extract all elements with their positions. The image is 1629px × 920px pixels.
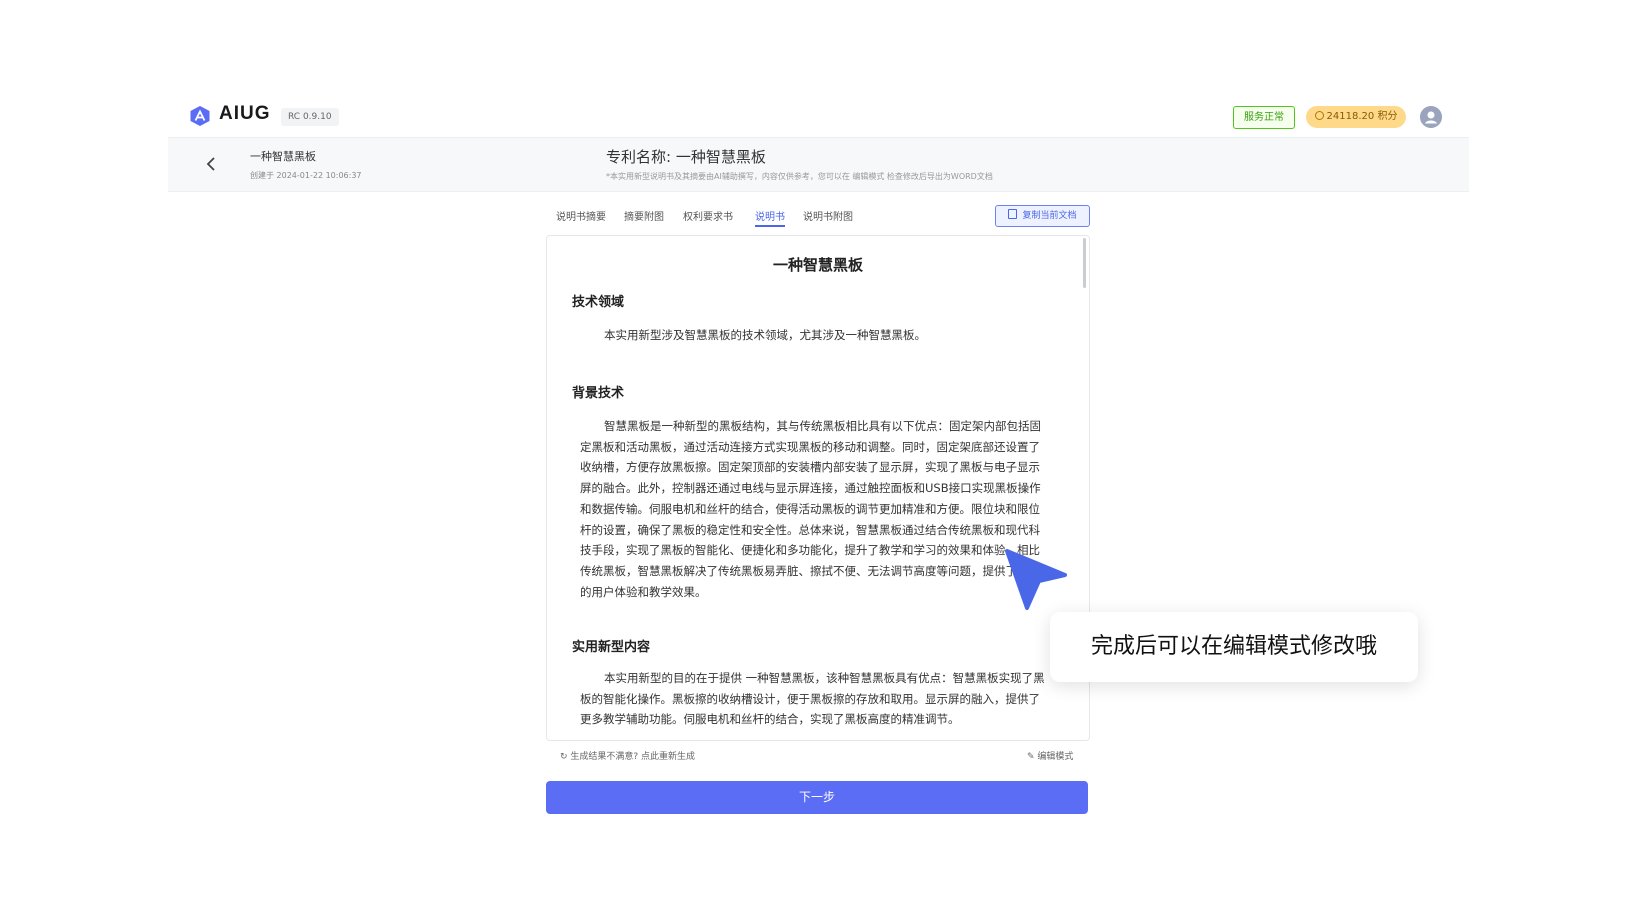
document-header xyxy=(168,137,1469,192)
version-badge: RC 0.9.10 xyxy=(281,108,339,126)
tab-claims[interactable]: 权利要求书 xyxy=(683,208,733,223)
document-title: 一种智慧黑板 xyxy=(250,150,316,163)
copy-icon xyxy=(1008,209,1018,219)
edit-mode-button[interactable]: ✎ 编辑模式 xyxy=(1027,749,1073,762)
edit-icon: ✎ xyxy=(1027,752,1038,762)
back-arrow-icon[interactable] xyxy=(205,156,217,172)
section-heading: 实用新型内容 xyxy=(572,640,651,655)
active-tab-indicator xyxy=(755,225,785,227)
created-date: 创建于 2024-01-22 10:06:37 xyxy=(250,171,362,180)
tab-abstract[interactable]: 说明书摘要 xyxy=(556,208,606,223)
section-paragraph: 本实用新型涉及智慧黑板的技术领域，尤其涉及一种智慧黑板。 xyxy=(604,328,926,342)
points-value: 24118.20 积分 xyxy=(1326,111,1398,122)
pointer-cursor-icon xyxy=(1005,549,1067,610)
hint-tooltip: 完成后可以在编辑模式修改哦 xyxy=(1050,612,1418,682)
next-step-button[interactable]: 下一步 xyxy=(546,781,1088,814)
tab-specification[interactable]: 说明书 xyxy=(755,208,785,223)
patent-name: 专利名称: 一种智慧黑板 xyxy=(606,148,766,166)
points-badge[interactable]: 24118.20 积分 xyxy=(1306,106,1406,128)
scrollbar-thumb[interactable] xyxy=(1083,238,1086,288)
edit-mode-label: 编辑模式 xyxy=(1037,752,1074,762)
section-heading: 背景技术 xyxy=(572,386,625,401)
coin-icon xyxy=(1314,111,1324,120)
document-heading: 一种智慧黑板 xyxy=(772,256,863,274)
regenerate-link[interactable]: ↻ 生成结果不满意? 点此重新生成 xyxy=(560,749,695,762)
copy-document-button[interactable]: 复制当前文档 xyxy=(995,205,1090,227)
section-paragraph: 智慧黑板是一种新型的黑板结构，其与传统黑板相比具有以下优点：固定架内部包括固定黑… xyxy=(580,419,1041,599)
service-status-badge: 服务正常 xyxy=(1233,106,1295,129)
refresh-icon: ↻ xyxy=(560,752,571,762)
ai-disclaimer-note: *本实用新型说明书及其摘要由AI辅助撰写，内容仅供参考，您可以在 编辑模式 检查… xyxy=(606,172,993,181)
regenerate-label: 生成结果不满意? 点此重新生成 xyxy=(570,752,696,762)
copy-button-label: 复制当前文档 xyxy=(1022,211,1077,221)
app-name: AIUG xyxy=(219,103,271,124)
section-heading: 技术领域 xyxy=(572,295,625,310)
aiug-logo-icon xyxy=(190,106,210,126)
tab-specification-figures[interactable]: 说明书附图 xyxy=(803,208,853,223)
user-avatar-icon[interactable] xyxy=(1420,106,1442,128)
tab-abstract-figure[interactable]: 摘要附图 xyxy=(624,208,664,223)
document-panel[interactable]: 一种智慧黑板 技术领域 本实用新型涉及智慧黑板的技术领域，尤其涉及一种智慧黑板。… xyxy=(546,235,1090,741)
section-paragraph: 本实用新型的目的在于提供 一种智慧黑板，该种智慧黑板具有优点：智慧黑板实现了黑板… xyxy=(580,671,1045,727)
